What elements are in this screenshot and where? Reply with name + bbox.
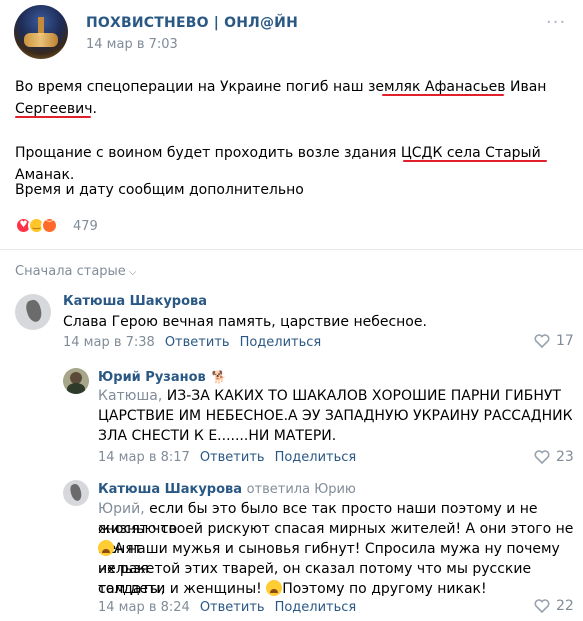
crying-face-emoji-icon (98, 540, 114, 556)
author-name: Катюша Шакурова (98, 482, 243, 497)
comment-author[interactable]: Катюша Шакурова (63, 294, 207, 309)
text-segment: Поэтому по другому никак! (282, 581, 487, 597)
comment-author[interactable]: Юрий Рузанов 🐕 (98, 370, 227, 385)
text-segment: ИЗ-ЗА КАКИХ ТО ШАКАЛОВ ХОРОШИЕ ПАРНИ ГИБ… (166, 388, 561, 404)
like-count: 17 (556, 333, 574, 349)
post-text-segment: Во время спецоперации на Украине погиб н… (15, 79, 425, 95)
angry-face-reaction-icon: ︶ (41, 217, 58, 234)
reply-to-label[interactable]: ответила Юрию (247, 482, 356, 497)
red-underline-name-2 (15, 116, 91, 118)
red-underline-village (403, 160, 547, 162)
comment-text-line-2: ЦАРСТВИЕ ИМ НЕБЕСНОЕ.А ЭУ ЗАПАДНУЮ УКРАИ… (98, 408, 573, 424)
post-text-segment: Прощание с воином будет проходить возле … (15, 145, 447, 161)
group-avatar[interactable] (14, 5, 68, 59)
group-name[interactable]: ПОХВИСТНЕВО | ОНЛ@ЙН (86, 15, 298, 31)
comment-author[interactable]: Катюша Шакурова ответила Юрию (98, 482, 356, 497)
like-button[interactable]: 23 (534, 449, 574, 465)
crying-face-emoji-icon (266, 580, 283, 596)
avatar-glow (24, 33, 58, 47)
heart-icon (534, 599, 550, 613)
post: ПОХВИСТНЕВО | ОНЛ@ЙН 14 мар в 7:03 ··· В… (0, 0, 583, 250)
like-button[interactable]: 22 (534, 598, 574, 614)
share-button[interactable]: Поделиться (240, 335, 322, 350)
avatar[interactable] (63, 480, 89, 506)
mention[interactable]: Катюша, (98, 388, 167, 404)
text-segment: там дети и женщины! (98, 581, 267, 597)
comment-date[interactable]: 14 мар в 8:17 (98, 450, 190, 465)
reply-button[interactable]: Ответить (200, 450, 265, 465)
comment-text-line-1: Катюша, ИЗ-ЗА КАКИХ ТО ШАКАЛОВ ХОРОШИЕ П… (98, 386, 561, 406)
chevron-down-icon: ⌵ (128, 267, 137, 278)
heart-icon (534, 450, 550, 464)
post-date[interactable]: 14 мар в 7:03 (86, 37, 178, 52)
soldier-name-part: Афанасьев Иван (424, 79, 547, 95)
comment-text: Слава Герою вечная память, царствие небе… (63, 314, 427, 330)
like-count: 22 (556, 598, 574, 614)
avatar[interactable] (63, 368, 89, 394)
comment-meta: 14 мар в 8:24 Ответить Поделиться (98, 600, 356, 615)
comments-sort-label: Сначала старые (15, 264, 126, 279)
post-text-line-4: Время и дату сообщим дополнительно (15, 182, 304, 198)
more-icon[interactable]: ··· (546, 14, 566, 36)
heart-icon (534, 334, 550, 348)
avatar[interactable] (15, 294, 51, 330)
comment-date[interactable]: 14 мар в 7:38 (63, 335, 155, 350)
like-count: 23 (556, 449, 574, 465)
author-name: Юрий Рузанов (98, 370, 206, 385)
dog-badge-icon: 🐕 (211, 370, 227, 384)
reaction-count: 479 (73, 219, 98, 234)
comment-meta: 14 мар в 7:38 Ответить Поделиться (63, 335, 321, 350)
comment-text-line-5: там дети и женщины! Поэтому по другому н… (98, 579, 487, 599)
comment-meta: 14 мар в 8:17 Ответить Поделиться (98, 450, 356, 465)
mention[interactable]: Юрий, (98, 501, 149, 517)
comment-text-line-3: ЗЛА СНЕСТИ К Е.......НИ МАТЕРИ. (98, 428, 337, 444)
red-underline-name (382, 94, 504, 96)
reply-button[interactable]: Ответить (165, 335, 230, 350)
share-button[interactable]: Поделиться (275, 450, 357, 465)
reply-button[interactable]: Ответить (200, 600, 265, 615)
like-button[interactable]: 17 (534, 333, 574, 349)
comment-date[interactable]: 14 мар в 8:24 (98, 600, 190, 615)
share-button[interactable]: Поделиться (275, 600, 357, 615)
comments-sort[interactable]: Сначала старые ⌵ (15, 264, 136, 279)
